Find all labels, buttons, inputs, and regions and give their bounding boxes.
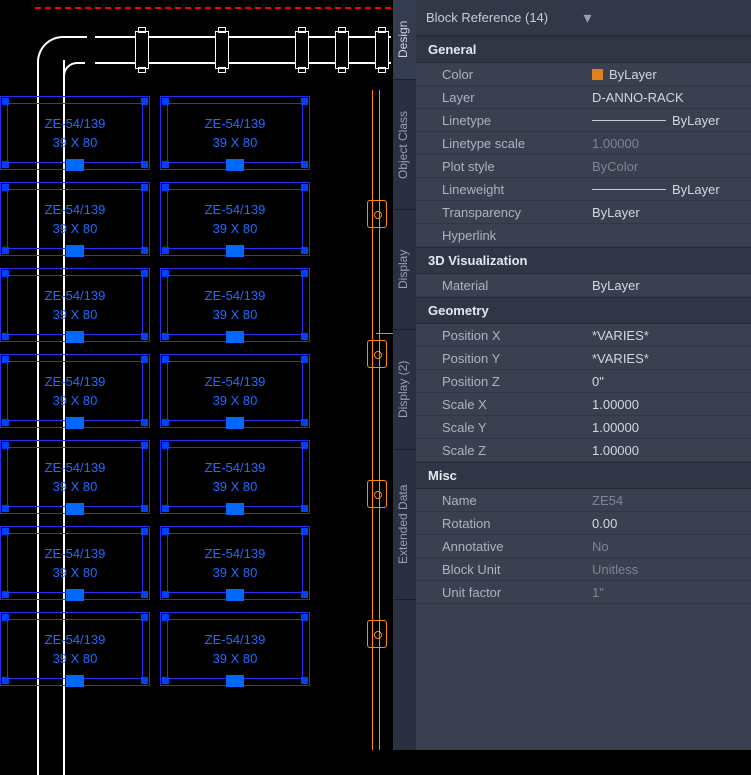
section-3d-vis: 3D Visualization (416, 247, 751, 274)
prop-rotation[interactable]: Rotation0.00 (416, 512, 751, 535)
tab-object-class[interactable]: Object Class (393, 80, 416, 210)
prop-annotative[interactable]: AnnotativeNo (416, 535, 751, 558)
grip-icon[interactable] (226, 417, 244, 429)
cable-tray (35, 0, 391, 75)
linetype-preview-icon (592, 120, 666, 121)
prop-scale-z[interactable]: Scale Z1.00000 (416, 439, 751, 462)
rack-block[interactable]: ZE-54/13939 X 80 (160, 526, 310, 600)
properties-panel: Block Reference (14) ▾ General ColorByLa… (416, 0, 751, 750)
rack-block[interactable]: ZE-54/13939 X 80 (160, 354, 310, 428)
section-geometry: Geometry (416, 297, 751, 324)
prop-block-unit[interactable]: Block UnitUnitless (416, 558, 751, 581)
grip-icon[interactable] (226, 331, 244, 343)
prop-hyperlink[interactable]: Hyperlink (416, 224, 751, 247)
rack-block[interactable]: ZE-54/13939 X 80 (160, 440, 310, 514)
grip-icon[interactable] (226, 503, 244, 515)
prop-plot-style[interactable]: Plot styleByColor (416, 155, 751, 178)
prop-linetype[interactable]: LinetypeByLayer (416, 109, 751, 132)
rack-block[interactable]: ZE-54/13939 X 80 (0, 268, 150, 342)
panel-title: Block Reference (14) (426, 10, 584, 25)
rack-block[interactable]: ZE-54/13939 X 80 (0, 526, 150, 600)
prop-transparency[interactable]: TransparencyByLayer (416, 201, 751, 224)
rack-block[interactable]: ZE-54/13939 X 80 (0, 182, 150, 256)
rack-block[interactable]: ZE-54/13939 X 80 (0, 612, 150, 686)
prop-lineweight[interactable]: LineweightByLayer (416, 178, 751, 201)
prop-name[interactable]: NameZE54 (416, 489, 751, 512)
prop-position-z[interactable]: Position Z0" (416, 370, 751, 393)
rack-block[interactable]: ZE-54/13939 X 80 (0, 440, 150, 514)
tab-display-2-[interactable]: Display (2) (393, 330, 416, 450)
grip-icon[interactable] (66, 675, 84, 687)
prop-position-x[interactable]: Position X*VARIES* (416, 324, 751, 347)
section-general: General (416, 36, 751, 63)
panel-header[interactable]: Block Reference (14) ▾ (416, 0, 751, 36)
orange-duct (372, 90, 380, 750)
rack-block[interactable]: ZE-54/13939 X 80 (160, 612, 310, 686)
rack-block[interactable]: ZE-54/13939 X 80 (0, 96, 150, 170)
tab-extended-data[interactable]: Extended Data (393, 450, 416, 600)
rack-block[interactable]: ZE-54/13939 X 80 (160, 96, 310, 170)
grip-icon[interactable] (66, 245, 84, 257)
grip-icon[interactable] (66, 417, 84, 429)
prop-scale-y[interactable]: Scale Y1.00000 (416, 416, 751, 439)
prop-unit-factor[interactable]: Unit factor1" (416, 581, 751, 604)
prop-material[interactable]: MaterialByLayer (416, 274, 751, 297)
prop-linetype-scale[interactable]: Linetype scale1.00000 (416, 132, 751, 155)
side-tabs: DesignObject ClassDisplayDisplay (2)Exte… (393, 0, 416, 750)
color-swatch-icon (592, 69, 603, 80)
grip-icon[interactable] (226, 675, 244, 687)
rack-block[interactable]: ZE-54/13939 X 80 (160, 268, 310, 342)
lineweight-preview-icon (592, 189, 666, 190)
grip-icon[interactable] (66, 503, 84, 515)
grip-icon[interactable] (66, 331, 84, 343)
prop-color[interactable]: ColorByLayer (416, 63, 751, 86)
grip-icon[interactable] (226, 589, 244, 601)
tab-design[interactable]: Design (393, 0, 416, 80)
grip-icon[interactable] (226, 159, 244, 171)
tab-display[interactable]: Display (393, 210, 416, 330)
section-misc: Misc (416, 462, 751, 489)
rack-block[interactable]: ZE-54/13939 X 80 (0, 354, 150, 428)
prop-scale-x[interactable]: Scale X1.00000 (416, 393, 751, 416)
chevron-down-icon[interactable]: ▾ (584, 8, 742, 28)
rack-block[interactable]: ZE-54/13939 X 80 (160, 182, 310, 256)
prop-layer[interactable]: LayerD-ANNO-RACK (416, 86, 751, 109)
prop-position-y[interactable]: Position Y*VARIES* (416, 347, 751, 370)
grip-icon[interactable] (66, 159, 84, 171)
grip-icon[interactable] (226, 245, 244, 257)
grip-icon[interactable] (66, 589, 84, 601)
